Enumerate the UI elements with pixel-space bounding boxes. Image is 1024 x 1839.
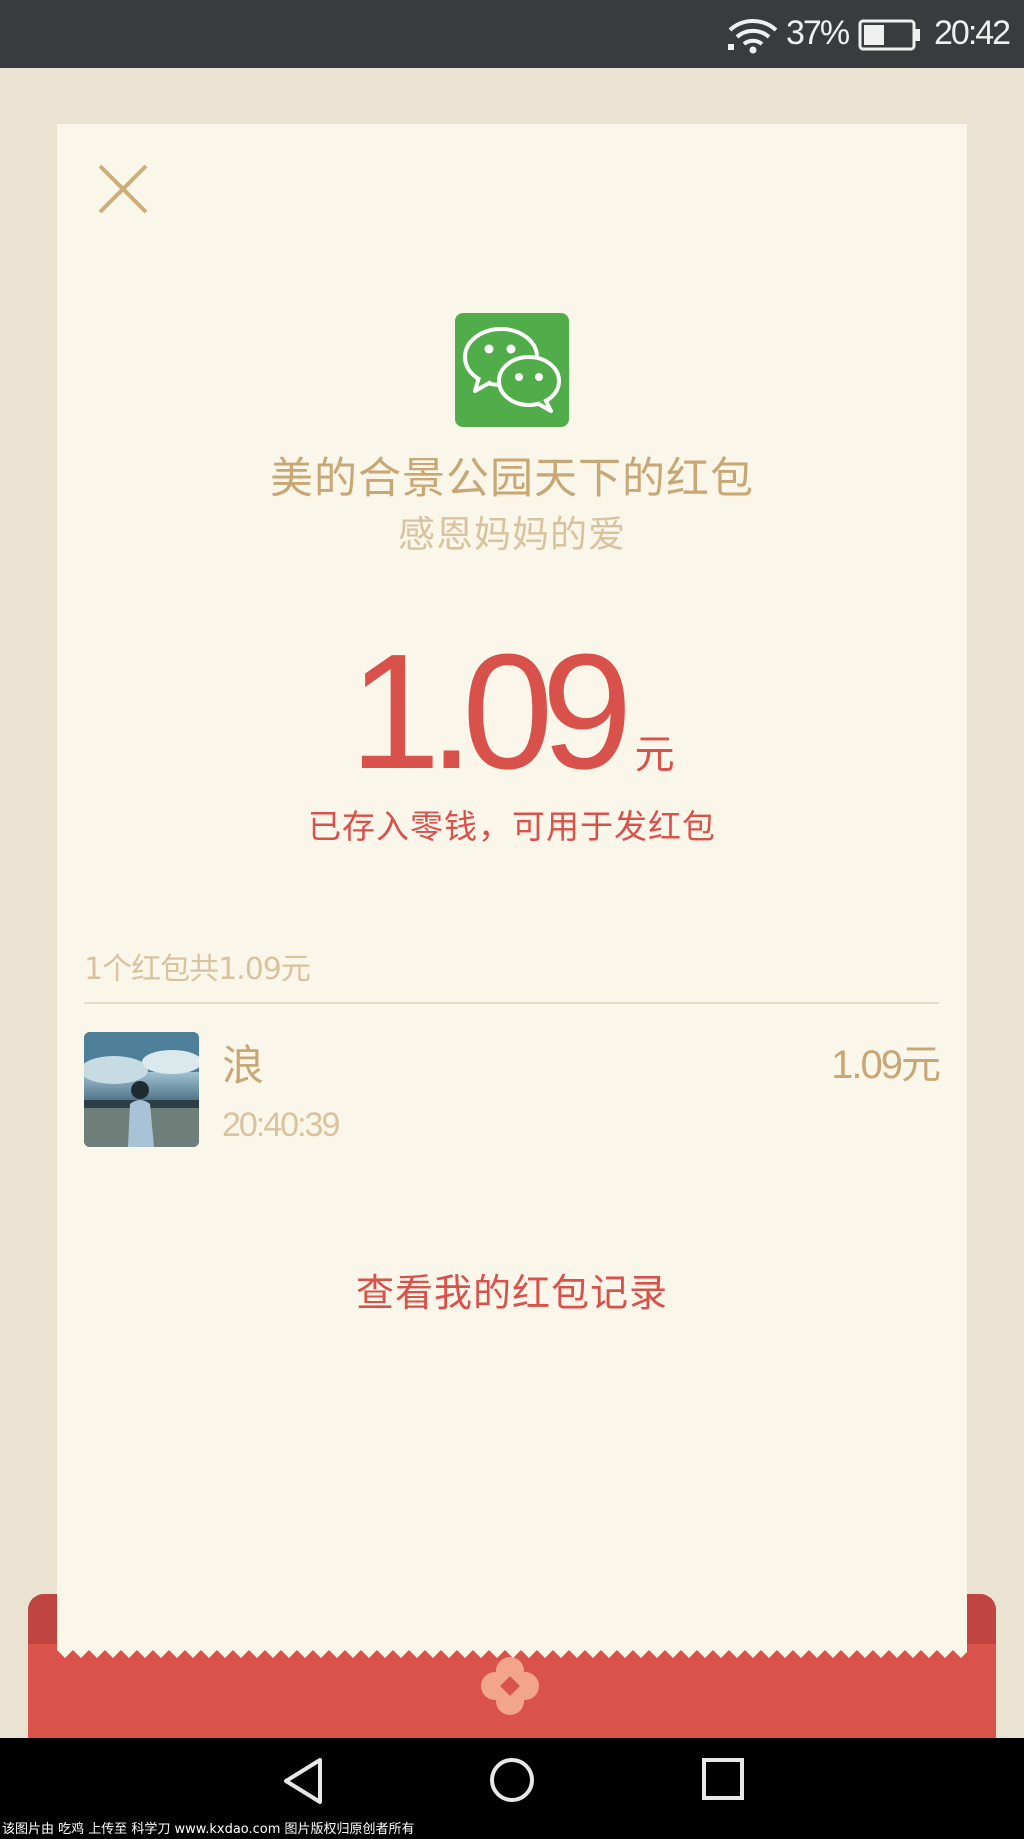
recent-apps-icon[interactable]: [700, 1756, 746, 1802]
avatar-photo: [84, 1032, 199, 1147]
home-icon[interactable]: [488, 1756, 536, 1804]
receiver-name: 浪: [222, 1041, 265, 1090]
close-icon[interactable]: [94, 160, 152, 218]
wechat-logo-icon: [455, 313, 569, 427]
packet-summary: 1个红包共1.09元: [84, 952, 311, 987]
avatar[interactable]: [84, 1032, 199, 1147]
envelope-title: 美的合景公园天下的红包: [270, 454, 754, 504]
list-item[interactable]: 浪 20:40:39 1.09元: [84, 1032, 941, 1148]
envelope-greeting: 感恩妈妈的爱: [398, 513, 626, 556]
amount-value: 1.09: [349, 620, 632, 803]
status-time: 20:42: [934, 14, 1011, 52]
stored-note: 已存入零钱，可用于发红包: [308, 807, 716, 846]
envelope-emblem-icon: [481, 1657, 539, 1715]
card-zigzag-edge: [57, 1644, 967, 1658]
red-packet-detail-screen: 37% 20:42 美的合景公园天下的红包 感恩妈妈的爱 1.09 元 已存入零…: [0, 0, 1024, 1839]
receiver-amount: 1.09元: [831, 1043, 941, 1087]
battery-icon: [858, 19, 920, 51]
receive-time: 20:40:39: [222, 1106, 340, 1144]
amount-unit: 元: [634, 732, 675, 778]
divider: [84, 1002, 939, 1004]
wifi-icon: [728, 19, 778, 54]
view-records-link[interactable]: 查看我的红包记录: [0, 1262, 1024, 1317]
received-amount: 1.09 元: [0, 630, 1024, 794]
back-icon[interactable]: [280, 1756, 326, 1806]
battery-percent: 37%: [786, 14, 850, 52]
watermark-text: 该图片由 吃鸡 上传至 科学刀 www.kxdao.com 图片版权归原创者所有: [2, 1822, 415, 1837]
status-bar: 37% 20:42: [0, 0, 1024, 68]
envelope-shade-left: [28, 1594, 58, 1644]
envelope-shade-right: [966, 1594, 996, 1644]
navigation-bar: 该图片由 吃鸡 上传至 科学刀 www.kxdao.com 图片版权归原创者所有: [0, 1738, 1024, 1839]
